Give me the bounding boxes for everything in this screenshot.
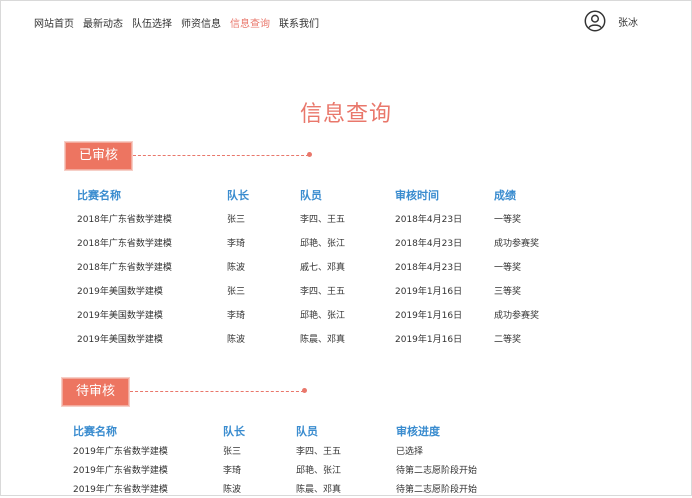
cell-review-time: 2019年1月16日 xyxy=(395,310,463,321)
approved-table-header: 比赛名称 队长 队员 审核时间 成绩 xyxy=(77,184,574,206)
pending-table: 比赛名称 队长 队员 审核进度 2019年广东省数学建模 张三 李四、王五 已选… xyxy=(73,421,516,498)
cell-competition: 2018年广东省数学建模 xyxy=(77,262,172,273)
cell-result: 成功参赛奖 xyxy=(494,310,540,321)
cell-competition: 2018年广东省数学建模 xyxy=(77,238,172,249)
cell-result: 一等奖 xyxy=(494,262,522,273)
column-header: 队员 xyxy=(300,189,322,202)
table-row: 2019年美国数学建模 李琦 邱艳、张江 2019年1月16日 成功参赛奖 xyxy=(77,302,574,326)
approved-table: 比赛名称 队长 队员 审核时间 成绩 2018年广东省数学建模 张三 李四、王五… xyxy=(77,184,574,350)
cell-competition: 2019年美国数学建模 xyxy=(77,334,163,345)
cell-captain: 陈波 xyxy=(227,262,246,273)
nav-item-news[interactable]: 最新动态 xyxy=(83,15,123,30)
column-header: 队员 xyxy=(296,425,318,438)
approved-section-header: 已审核 xyxy=(65,142,315,170)
cell-result: 一等奖 xyxy=(494,214,522,225)
cell-competition: 2019年美国数学建模 xyxy=(77,286,163,297)
table-row: 2019年广东省数学建模 李琦 邱艳、张江 待第二志愿阶段开始 xyxy=(73,460,516,479)
approved-divider-dot xyxy=(307,152,312,157)
cell-members: 邱艳、张江 xyxy=(300,238,346,249)
column-header: 队长 xyxy=(227,189,249,202)
cell-progress: 已选择 xyxy=(396,447,424,457)
cell-progress: 待第二志愿阶段开始 xyxy=(396,466,478,476)
cell-review-time: 2019年1月16日 xyxy=(395,286,463,297)
table-row: 2019年美国数学建模 陈波 陈晨、邓真 2019年1月16日 二等奖 xyxy=(77,326,574,350)
cell-review-time: 2018年4月23日 xyxy=(395,238,463,249)
user-circle-icon xyxy=(584,10,606,32)
cell-captain: 李琦 xyxy=(227,310,246,321)
column-header: 成绩 xyxy=(494,189,516,202)
column-header: 审核进度 xyxy=(396,425,440,438)
cell-competition: 2019年美国数学建模 xyxy=(77,310,163,321)
column-header: 队长 xyxy=(223,425,245,438)
cell-competition: 2019年广东省数学建模 xyxy=(73,466,168,476)
cell-result: 成功参赛奖 xyxy=(494,238,540,249)
cell-members: 陈晨、邓真 xyxy=(300,334,346,345)
table-row: 2019年美国数学建模 张三 李四、王五 2019年1月16日 三等奖 xyxy=(77,278,574,302)
cell-members: 邱艳、张江 xyxy=(296,466,342,476)
cell-captain: 张三 xyxy=(223,447,242,457)
cell-competition: 2018年广东省数学建模 xyxy=(77,214,172,225)
cell-members: 陈晨、邓真 xyxy=(296,485,342,495)
pending-badge: 待审核 xyxy=(62,378,130,406)
cell-captain: 陈波 xyxy=(227,334,246,345)
pending-section-header: 待审核 xyxy=(62,378,312,406)
cell-captain: 李琦 xyxy=(227,238,246,249)
cell-progress: 待第二志愿阶段开始 xyxy=(396,485,478,495)
table-row: 2019年广东省数学建模 陈波 陈晨、邓真 待第二志愿阶段开始 xyxy=(73,479,516,498)
user-menu[interactable]: 张冰 xyxy=(584,10,638,32)
cell-members: 李四、王五 xyxy=(300,214,346,225)
cell-captain: 陈波 xyxy=(223,485,242,495)
cell-competition: 2019年广东省数学建模 xyxy=(73,485,168,495)
cell-result: 二等奖 xyxy=(494,334,522,345)
cell-review-time: 2018年4月23日 xyxy=(395,214,463,225)
nav-item-contact[interactable]: 联系我们 xyxy=(279,15,319,30)
cell-result: 三等奖 xyxy=(494,286,522,297)
column-header: 比赛名称 xyxy=(73,425,117,438)
cell-competition: 2019年广东省数学建模 xyxy=(73,447,168,457)
cell-captain: 张三 xyxy=(227,214,246,225)
cell-captain: 李琦 xyxy=(223,466,242,476)
cell-members: 李四、王五 xyxy=(296,447,342,457)
cell-review-time: 2019年1月16日 xyxy=(395,334,463,345)
pending-divider xyxy=(130,391,304,392)
table-row: 2019年广东省数学建模 张三 李四、王五 已选择 xyxy=(73,441,516,460)
page-title: 信息查询 xyxy=(299,102,392,127)
approved-badge: 已审核 xyxy=(65,142,133,170)
table-row: 2018年广东省数学建模 陈波 戚七、邓真 2018年4月23日 一等奖 xyxy=(77,254,574,278)
cell-members: 李四、王五 xyxy=(300,286,346,297)
approved-divider xyxy=(133,155,309,156)
table-row: 2018年广东省数学建模 张三 李四、王五 2018年4月23日 一等奖 xyxy=(77,206,574,230)
pending-divider-dot xyxy=(302,388,307,393)
nav-item-teachers[interactable]: 师资信息 xyxy=(181,15,221,30)
cell-members: 邱艳、张江 xyxy=(300,310,346,321)
pending-table-header: 比赛名称 队长 队员 审核进度 xyxy=(73,421,516,441)
nav-item-home[interactable]: 网站首页 xyxy=(34,15,74,30)
table-row: 2018年广东省数学建模 李琦 邱艳、张江 2018年4月23日 成功参赛奖 xyxy=(77,230,574,254)
column-header: 审核时间 xyxy=(395,189,439,202)
nav-item-team-select[interactable]: 队伍选择 xyxy=(132,15,172,30)
cell-review-time: 2018年4月23日 xyxy=(395,262,463,273)
cell-members: 戚七、邓真 xyxy=(300,262,346,273)
top-nav: 网站首页 最新动态 队伍选择 师资信息 信息查询 联系我们 xyxy=(34,15,328,30)
nav-item-info-query[interactable]: 信息查询 xyxy=(230,15,270,30)
user-name: 张冰 xyxy=(618,17,638,29)
cell-captain: 张三 xyxy=(227,286,246,297)
column-header: 比赛名称 xyxy=(77,189,121,202)
